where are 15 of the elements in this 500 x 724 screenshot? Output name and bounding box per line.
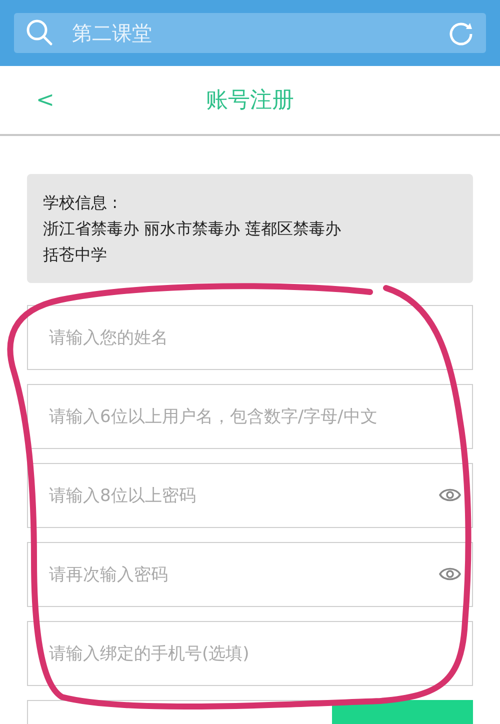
search-icon [26,19,54,47]
input-field[interactable]: 请输入6位以上用户名，包含数字/字母/中文 [27,384,473,449]
input-field[interactable]: 请输入您的姓名 [27,305,473,370]
info-label: 学校信息 : [43,192,118,214]
back-button[interactable]: < [36,88,54,112]
input-field[interactable]: 请再次输入密码 [27,542,473,607]
input-field[interactable]: 请输入8位以上密码 [27,463,473,528]
info-text: 括苍中学 [43,244,108,266]
input-field[interactable]: 请输入绑定的手机号(选填) [27,621,473,686]
refresh-icon[interactable] [448,20,474,46]
info-text: 浙江省禁毒办 丽水市禁毒办 莲都区禁毒办 [43,218,342,240]
eye-icon[interactable] [439,487,461,503]
eye-icon[interactable] [439,566,461,582]
search-bar[interactable]: 第二课堂 [14,13,486,53]
page-title: 账号注册 [206,87,294,115]
